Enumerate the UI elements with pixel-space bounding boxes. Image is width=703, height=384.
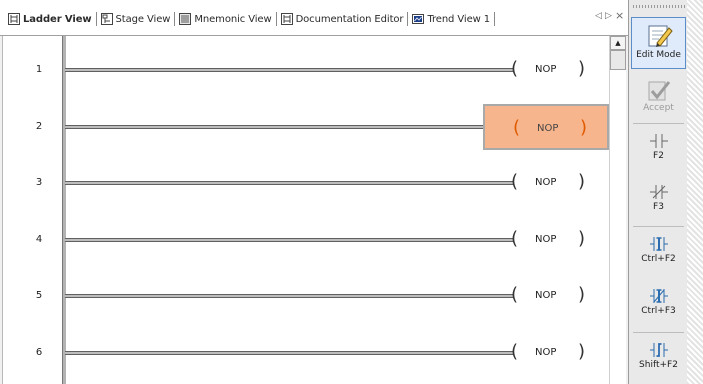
coil-open-bracket: (	[513, 117, 521, 138]
scroll-tabs-right-icon[interactable]: ▷	[605, 11, 612, 21]
tab-ladder-view[interactable]: Ladder View	[8, 13, 92, 25]
nop-coil[interactable]: ( NOP)	[483, 330, 609, 376]
view-tab-bar: Ladder View Stage View Mnemonic View Doc…	[0, 0, 628, 36]
tab-trend-view[interactable]: Trend View 1	[412, 13, 490, 25]
toolbar-side-strip	[687, 0, 703, 384]
toolbar-separator	[633, 226, 684, 227]
scroll-up-icon[interactable]: ▲	[610, 36, 626, 50]
vertical-scrollbar[interactable]: ▲	[609, 36, 626, 384]
coil-close-bracket: )	[578, 171, 586, 192]
selected-nop-coil[interactable]: ( NOP)	[483, 104, 609, 150]
rung-number: 4	[35, 234, 43, 245]
nop-coil[interactable]: ( NOP)	[483, 273, 609, 319]
tab-separator	[174, 12, 176, 26]
rung-number: 1	[35, 64, 43, 75]
coil-instruction-label: NOP	[535, 177, 557, 188]
ladder-editor[interactable]: 1 ( NOP) 2 ( NOP) 3 ( NOP) 4 ( NOP) 5 ( NOP) 6 ( NOP)	[2, 36, 623, 384]
documentation-editor-icon	[280, 13, 293, 25]
normally-open-contact-button[interactable]: F2	[631, 131, 686, 171]
coil-instruction-label: NOP	[535, 290, 557, 301]
coil-instruction-label: NOP	[535, 234, 557, 245]
toolbar-grip[interactable]	[633, 5, 685, 8]
rung-wire[interactable]	[65, 125, 513, 129]
normally-closed-contact-button[interactable]: F3	[631, 182, 686, 222]
tab-label: Ladder View	[23, 13, 92, 25]
open-branch-contact-button[interactable]: Ctrl+F2	[631, 234, 686, 276]
rising-edge-contact-icon	[649, 343, 668, 357]
shortcut-label: Shift+F2	[639, 360, 678, 370]
tab-label: Documentation Editor	[295, 13, 404, 25]
normally-closed-contact-icon	[649, 185, 668, 199]
left-power-rail	[62, 36, 66, 384]
nop-coil[interactable]: ( NOP)	[483, 47, 609, 93]
rung-wire[interactable]	[65, 351, 513, 355]
rung-number: 3	[35, 177, 43, 188]
tab-label: Mnemonic View	[194, 13, 272, 25]
toolbar-separator	[633, 332, 684, 333]
coil-close-bracket: )	[578, 58, 586, 79]
shortcut-label: F3	[653, 202, 664, 212]
accept-checkmark-icon	[648, 81, 670, 101]
rung-number: 6	[35, 347, 43, 358]
coil-open-bracket: (	[511, 171, 519, 192]
coil-instruction-label: NOP	[535, 347, 557, 358]
tab-documentation-editor[interactable]: Documentation Editor	[280, 13, 404, 25]
coil-close-bracket: )	[578, 284, 586, 305]
coil-close-bracket: )	[580, 117, 588, 138]
tab-separator	[407, 12, 409, 26]
close-tab-icon[interactable]: ×	[615, 9, 624, 22]
coil-open-bracket: (	[511, 228, 519, 249]
edit-mode-icon	[648, 25, 673, 47]
nop-coil[interactable]: ( NOP)	[483, 217, 609, 263]
instruction-toolbar: Edit Mode Accept F2 F3 Ctrl+F2 Ctrl+F3 S…	[628, 0, 703, 384]
coil-open-bracket: (	[511, 341, 519, 362]
rung-wire[interactable]	[65, 294, 513, 298]
shortcut-label: F2	[653, 151, 664, 161]
rung-number: 2	[35, 121, 43, 132]
coil-instruction-label: NOP	[537, 123, 559, 134]
coil-instruction-label: NOP	[535, 64, 557, 75]
scroll-tabs-left-icon[interactable]: ◁	[595, 11, 602, 21]
normally-open-contact-icon	[649, 134, 668, 148]
rung-wire[interactable]	[65, 238, 513, 242]
rung-wire[interactable]	[65, 68, 513, 72]
coil-open-bracket: (	[511, 284, 519, 305]
scrollbar-thumb[interactable]	[610, 50, 626, 70]
tab-label: Stage View	[115, 13, 171, 25]
stage-view-icon	[100, 13, 113, 25]
rung-number: 5	[35, 290, 43, 301]
rising-edge-contact-button[interactable]: Shift+F2	[631, 340, 686, 384]
edit-mode-label: Edit Mode	[636, 50, 681, 60]
edit-mode-button[interactable]: Edit Mode	[631, 17, 686, 69]
mnemonic-view-icon	[179, 13, 192, 25]
tab-separator	[275, 12, 277, 26]
tab-label: Trend View 1	[427, 13, 491, 25]
coil-close-bracket: )	[578, 228, 586, 249]
ladder-view-icon	[8, 13, 20, 25]
tab-separator	[494, 12, 496, 26]
closed-branch-contact-icon	[649, 289, 668, 303]
nop-coil[interactable]: ( NOP)	[483, 160, 609, 206]
toolbar-separator	[633, 123, 684, 124]
open-branch-contact-icon	[649, 237, 668, 251]
accept-button[interactable]: Accept	[631, 79, 686, 119]
closed-branch-contact-button[interactable]: Ctrl+F3	[631, 286, 686, 328]
shortcut-label: Ctrl+F2	[641, 254, 676, 264]
tab-stage-view[interactable]: Stage View	[100, 13, 171, 25]
application-window: Ladder View Stage View Mnemonic View Doc…	[0, 0, 703, 384]
accept-label: Accept	[643, 103, 674, 113]
trend-view-icon	[412, 14, 425, 24]
rung-wire[interactable]	[65, 181, 513, 185]
tab-separator	[95, 12, 97, 26]
coil-close-bracket: )	[578, 341, 586, 362]
tab-mnemonic-view[interactable]: Mnemonic View	[179, 13, 272, 25]
coil-open-bracket: (	[511, 58, 519, 79]
shortcut-label: Ctrl+F3	[641, 306, 676, 316]
